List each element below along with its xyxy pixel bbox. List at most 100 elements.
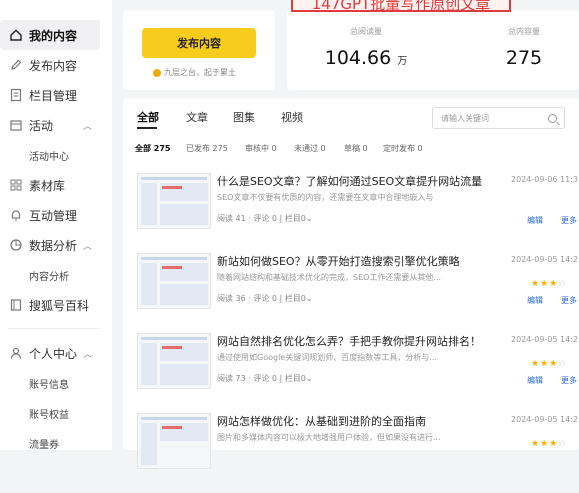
edit-button[interactable]: 编辑	[527, 215, 543, 226]
filter-scheduled[interactable]: 定时发布 0	[383, 143, 423, 154]
rating-stars: ★★★☆	[531, 359, 567, 369]
chevron-down-icon[interactable]: ⌄	[306, 214, 313, 223]
reads-unit: 万	[397, 56, 408, 67]
column-select[interactable]: 栏目0	[285, 374, 306, 383]
sun-icon	[153, 68, 161, 77]
article-thumbnail[interactable]	[137, 413, 211, 469]
article-date: 2024-09-05 14:2	[511, 335, 578, 344]
promo-banner: 147GPT批量写作原创文章	[291, 0, 511, 12]
star-empty-icon: ☆	[558, 439, 568, 449]
list-item[interactable]: 新站如何做SEO？从零开始打造搜索引擎优化策略 2024-09-05 14:2 …	[123, 253, 579, 333]
star-empty-icon: ☆	[558, 359, 568, 369]
more-button[interactable]: 更多	[561, 295, 577, 306]
rating-stars: ★★★☆	[531, 279, 567, 289]
tab-articles[interactable]: 文章	[186, 109, 208, 125]
sidebar-item-content-analysis[interactable]: 内容分析	[0, 260, 100, 290]
sidebar-item-activity[interactable]: 活动 ︿	[0, 110, 100, 140]
comment-count: 评论 0	[253, 374, 278, 383]
article-title[interactable]: 新站如何做SEO？从零开始打造搜索引擎优化策略	[217, 253, 460, 269]
slogan-text: 九层之台，起于累土	[164, 68, 236, 77]
total-content-stat: 总内容量 275	[469, 26, 579, 69]
chevron-up-icon: ︿	[82, 241, 92, 252]
list-item[interactable]: 什么是SEO文章？了解如何通过SEO文章提升网站流量 2024-09-06 11…	[123, 173, 579, 253]
edit-button[interactable]: 编辑	[527, 295, 543, 306]
home-icon	[10, 29, 22, 41]
filter-published[interactable]: 已发布 275	[186, 143, 228, 154]
list-item[interactable]: 网站自然排名优化怎么弄？手把手教你提升网站排名！ 2024-09-05 14:2…	[123, 333, 579, 413]
column-select[interactable]: 栏目0	[285, 214, 306, 223]
article-meta: 阅读 73 · 评论 0 | 栏目0⌄	[217, 374, 313, 383]
sidebar-item-traffic-coupon[interactable]: 流量券	[0, 428, 100, 458]
sidebar-item-publish[interactable]: 发布内容	[0, 50, 100, 80]
column-select[interactable]: 栏目0	[285, 294, 306, 303]
active-tab-indicator	[137, 127, 157, 129]
article-description: SEO文章不仅要有优质的内容，还需要在文章中合理地嵌入与	[217, 193, 434, 202]
sidebar-item-materials[interactable]: 素材库	[0, 170, 100, 200]
publish-card: 发布内容 九层之台，起于累土	[123, 10, 275, 90]
sidebar-item-label: 素材库	[29, 178, 66, 193]
filter-rejected[interactable]: 未通过 0	[294, 143, 326, 154]
sidebar-item-activity-center[interactable]: 活动中心	[0, 140, 100, 170]
read-count: 阅读 41	[217, 214, 246, 223]
sidebar-item-analytics[interactable]: 数据分析 ︿	[0, 230, 100, 260]
comment-count: 评论 0	[253, 294, 278, 303]
filter-reviewing[interactable]: 审核中 0	[245, 143, 277, 154]
tab-galleries[interactable]: 图集	[233, 109, 255, 125]
star-empty-icon: ☆	[558, 279, 568, 289]
comment-count: 评论 0	[253, 214, 278, 223]
sidebar-item-wiki[interactable]: 搜狐号百科	[0, 290, 100, 320]
stat-label: 总内容量	[508, 27, 540, 36]
sidebar-item-columns[interactable]: 栏目管理	[0, 80, 100, 110]
tab-videos[interactable]: 视频	[281, 109, 303, 125]
search-input[interactable]: 请输入关键词	[432, 107, 565, 129]
document-icon	[10, 88, 22, 102]
read-count: 阅读 36	[217, 294, 246, 303]
sidebar-item-label: 栏目管理	[29, 88, 78, 103]
sidebar-item-account-rights[interactable]: 账号权益	[0, 398, 100, 428]
article-title[interactable]: 什么是SEO文章？了解如何通过SEO文章提升网站流量	[217, 173, 482, 189]
tab-all[interactable]: 全部	[137, 109, 159, 125]
divider	[8, 328, 100, 329]
pie-chart-icon	[10, 239, 22, 251]
rating-stars: ★★★☆	[531, 439, 567, 449]
edit-button[interactable]: 编辑	[527, 375, 543, 386]
sidebar-item-interaction[interactable]: 互动管理	[0, 200, 100, 230]
star-icon: ★★★	[531, 439, 559, 449]
stat-value: 275	[505, 47, 543, 69]
chevron-down-icon[interactable]: ⌄	[306, 374, 313, 383]
stats-card: 总阅读量 104.66 万 总内容量 275	[287, 10, 579, 90]
chevron-down-icon[interactable]: ⌄	[306, 294, 313, 303]
sidebar-item-label: 账号信息	[29, 379, 69, 391]
more-button[interactable]: 更多	[561, 215, 577, 226]
sidebar-item-account-info[interactable]: 账号信息	[0, 368, 100, 398]
more-button[interactable]: 更多	[561, 375, 577, 386]
sidebar-item-label: 账号权益	[29, 409, 69, 421]
article-date: 2024-09-05 14:2	[511, 415, 578, 424]
article-title[interactable]: 网站自然排名优化怎么弄？手把手教你提升网站排名！	[217, 333, 481, 349]
article-meta: 阅读 36 · 评论 0 | 栏目0⌄	[217, 294, 313, 303]
article-thumbnail[interactable]	[137, 253, 211, 309]
sidebar: 我的内容 发布内容 栏目管理 活动 ︿ 活动中心 素材库 互动管理 数据分析 ︿…	[0, 0, 112, 451]
sidebar-item-label: 我的内容	[29, 28, 78, 43]
filter-all[interactable]: 全部 275	[135, 143, 170, 154]
article-title[interactable]: 网站怎样做优化：从基础到进阶的全面指南	[217, 413, 426, 429]
user-icon	[10, 347, 22, 359]
publish-content-button[interactable]: 发布内容	[142, 28, 256, 58]
star-icon: ★★★	[531, 279, 559, 289]
article-date: 2024-09-06 11:3	[511, 175, 578, 184]
article-thumbnail[interactable]	[137, 333, 211, 389]
search-icon[interactable]	[548, 114, 557, 123]
star-icon: ★★★	[531, 359, 559, 369]
article-thumbnail[interactable]	[137, 173, 211, 229]
grid-icon	[10, 179, 22, 191]
filter-drafts[interactable]: 草稿 0	[344, 143, 368, 154]
article-date: 2024-09-05 14:2	[511, 255, 578, 264]
sidebar-item-my-content[interactable]: 我的内容	[0, 20, 100, 50]
article-description: 随着网站结构和基础技术优化的完成，SEO工作还需要从其他...	[217, 273, 442, 282]
list-item[interactable]: 网站怎样做优化：从基础到进阶的全面指南 2024-09-05 14:2 图片和多…	[123, 413, 579, 493]
article-description: 通过使用如Google关键词规划师、百度指数等工具，分析与...	[217, 353, 437, 362]
sidebar-item-personal[interactable]: 个人中心 ︿	[0, 338, 100, 368]
article-meta: 阅读 41 · 评论 0 | 栏目0⌄	[217, 214, 313, 223]
search-placeholder: 请输入关键词	[441, 113, 489, 123]
calendar-icon	[10, 120, 22, 131]
